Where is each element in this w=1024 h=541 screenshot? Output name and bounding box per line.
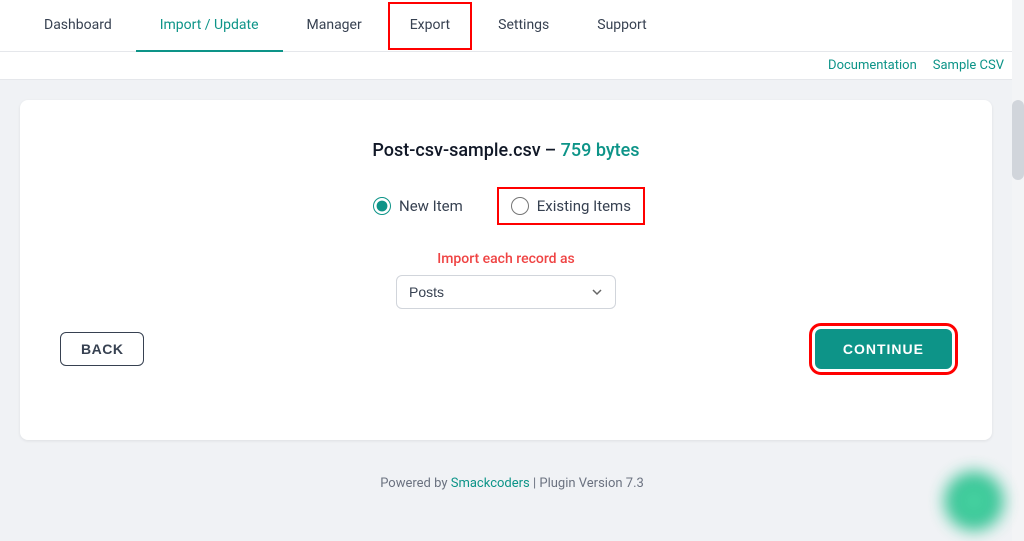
new-item-label: New Item	[399, 197, 463, 215]
tab-support[interactable]: Support	[573, 0, 670, 52]
import-type-select[interactable]: Posts Pages Custom Post Type	[396, 275, 616, 309]
tab-manager[interactable]: Manager	[283, 0, 386, 52]
file-separator: –	[545, 140, 561, 161]
tab-dashboard[interactable]: Dashboard	[20, 0, 136, 52]
tab-export[interactable]: Export	[386, 0, 474, 52]
existing-items-option[interactable]: Existing Items	[503, 193, 639, 219]
import-section: Import each record as Posts Pages Custom…	[60, 251, 952, 309]
main-content: Post-csv-sample.csv – 759 bytes New Item…	[0, 80, 1012, 460]
decorative-circle	[944, 471, 1004, 531]
file-size: 759 bytes	[561, 140, 640, 161]
top-links-bar: Documentation Sample CSV	[0, 52, 1024, 80]
continue-button[interactable]: CONTINUE	[815, 329, 952, 369]
scrollbar[interactable]	[1012, 0, 1024, 541]
back-button[interactable]: BACK	[60, 332, 144, 366]
tab-settings[interactable]: Settings	[474, 0, 573, 52]
existing-items-radio[interactable]	[511, 197, 529, 215]
existing-items-label: Existing Items	[537, 197, 631, 215]
card-footer: BACK CONTINUE	[60, 329, 952, 369]
sample-csv-link[interactable]: Sample CSV	[933, 58, 1004, 73]
import-card: Post-csv-sample.csv – 759 bytes New Item…	[20, 100, 992, 440]
new-item-radio[interactable]	[373, 197, 391, 215]
powered-by-text: Powered by	[380, 476, 447, 491]
file-name: Post-csv-sample.csv	[372, 140, 540, 161]
top-navigation: DashboardImport / UpdateManagerExportSet…	[0, 0, 1024, 52]
new-item-option[interactable]: New Item	[373, 197, 463, 215]
version-text: | Plugin Version 7.3	[533, 476, 644, 491]
brand-link[interactable]: Smackcoders	[451, 476, 530, 491]
tab-import---update[interactable]: Import / Update	[136, 0, 283, 52]
documentation-link[interactable]: Documentation	[828, 58, 917, 73]
radio-group: New Item Existing Items	[60, 193, 952, 219]
page-footer: Powered by Smackcoders | Plugin Version …	[0, 460, 1024, 507]
scrollbar-thumb[interactable]	[1012, 100, 1024, 180]
import-label: Import each record as	[437, 251, 575, 267]
file-info: Post-csv-sample.csv – 759 bytes	[60, 140, 952, 161]
